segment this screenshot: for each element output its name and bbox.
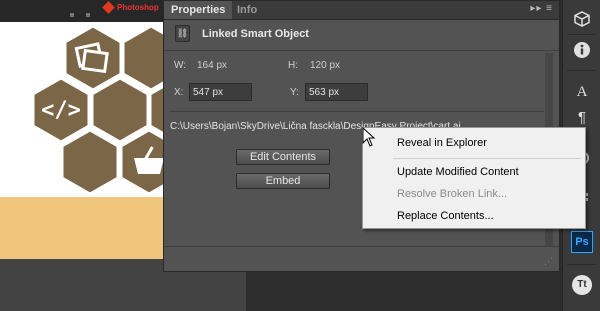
character-icon[interactable]: A [572, 82, 592, 102]
context-menu: Reveal in Explorer Update Modified Conte… [362, 127, 586, 229]
tab-properties[interactable]: Properties [164, 1, 233, 19]
embed-button[interactable]: Embed [236, 173, 330, 189]
x-position-field[interactable]: 547 px [189, 83, 252, 101]
resize-grip-icon[interactable]: ⋰ [544, 256, 553, 267]
x-label: X: [174, 87, 184, 98]
linked-smart-object-icon: ⛓ [175, 25, 190, 42]
code-icon: </> [41, 98, 81, 123]
3d-cube-icon[interactable] [572, 10, 592, 30]
paragraph-icon[interactable]: ¶ [572, 108, 592, 128]
menu-item-resolve-broken-link: Resolve Broken Link... [397, 188, 508, 200]
dock-divider [567, 264, 596, 265]
width-value: 164 px [197, 60, 228, 71]
width-label: W: [174, 60, 187, 71]
panel-tab-bar: Properties Info ▸▸ ≡ [164, 1, 559, 20]
height-label: H: [288, 60, 298, 71]
panel-menu-controls[interactable]: ▸▸ ≡ [530, 3, 553, 14]
dock-divider [567, 70, 596, 71]
panel-footer: ⋰ [164, 246, 559, 271]
dock-divider [567, 34, 596, 35]
tab-info[interactable]: Info [230, 1, 264, 19]
panel-header-title: Linked Smart Object [202, 28, 309, 40]
edit-contents-button[interactable]: Edit Contents [236, 149, 330, 165]
header-divider [164, 50, 559, 51]
menu-item-replace-contents[interactable]: Replace Contents... [397, 206, 494, 226]
text-tool-icon[interactable]: Tt [572, 275, 592, 295]
info-icon[interactable] [572, 40, 592, 60]
y-position-field[interactable]: 563 px [305, 83, 368, 101]
height-value: 120 px [310, 60, 341, 71]
collapse-icon[interactable]: ▸▸ [530, 3, 542, 14]
menu-separator [393, 158, 581, 159]
hex-bottom-left [60, 128, 120, 196]
mouse-cursor-icon [362, 127, 376, 147]
panel-header: ⛓ Linked Smart Object [164, 20, 559, 48]
menu-item-update-modified-content[interactable]: Update Modified Content [397, 162, 519, 182]
photoshop-icon[interactable]: Ps [571, 231, 593, 253]
path-divider [169, 111, 544, 112]
panel-menu-icon[interactable]: ≡ [546, 3, 553, 14]
y-label: Y: [290, 87, 299, 98]
hex-center [90, 76, 150, 144]
menu-item-reveal-in-explorer[interactable]: Reveal in Explorer [397, 133, 487, 153]
